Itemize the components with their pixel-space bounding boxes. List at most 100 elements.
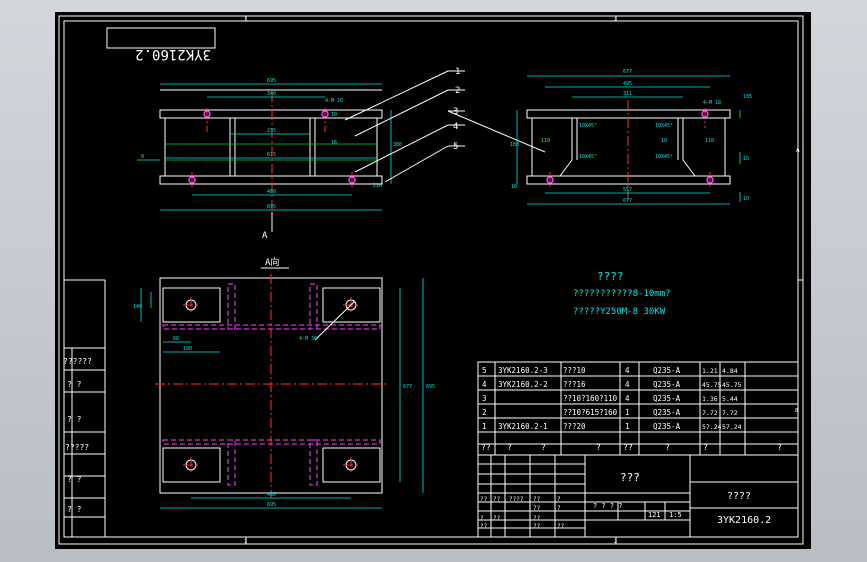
- title-small-cell: ?: [480, 515, 484, 522]
- zone-top-1: 1: [244, 17, 247, 23]
- bom-cell-w1: 1.36: [702, 395, 718, 403]
- bom-cell-qty: 4: [625, 366, 630, 375]
- svg-text:16: 16: [743, 156, 749, 162]
- notes-line-2: ?????Y250M-8 30KW: [573, 307, 666, 317]
- bom-cell-name: ???10: [563, 366, 586, 375]
- balloon-3: 3: [453, 107, 458, 117]
- balloon-2: 2: [455, 86, 460, 96]
- title-small-cell: ??: [533, 505, 541, 512]
- balloon-4: 4: [453, 122, 458, 132]
- svg-text:??: ??: [481, 443, 491, 452]
- svg-text:4-M 18: 4-M 18: [703, 100, 721, 106]
- bom-cell-no: 3: [482, 394, 487, 403]
- bom-cell-qty: 1: [625, 422, 630, 431]
- zone-right-a: A: [796, 147, 800, 154]
- svg-text:4-M 20: 4-M 20: [325, 98, 343, 104]
- svg-text:? ?: ? ?: [67, 475, 82, 484]
- zone-bottom-2: 2: [614, 539, 617, 545]
- zone-bottom-1: 1: [244, 539, 247, 545]
- bom-cell-mat: Q235-A: [653, 408, 681, 417]
- svg-text:695: 695: [267, 78, 276, 84]
- bom-cell-mat: Q235-A: [653, 422, 681, 431]
- svg-text:480: 480: [267, 492, 276, 498]
- svg-text:380: 380: [393, 142, 402, 148]
- title-company: ????: [727, 491, 751, 502]
- title-block: ??? ???? 3YK2160.2 ? ? ? ? 121 1:5: [477, 454, 799, 538]
- svg-text:??: ??: [623, 443, 633, 452]
- svg-text:340: 340: [267, 91, 276, 97]
- svg-text:? ?: ? ?: [67, 415, 82, 424]
- svg-text:140: 140: [133, 304, 142, 310]
- svg-text:110: 110: [705, 138, 714, 144]
- mirrored-drawing-number: 3YK2160.2: [135, 46, 211, 62]
- svg-text:100: 100: [183, 346, 192, 352]
- svg-text:557: 557: [623, 187, 632, 193]
- bom-cell-mat: Q235-A: [653, 380, 681, 389]
- bom-cell-w1: 1.21: [702, 367, 718, 375]
- bom-cell-name: ??10?160?110: [563, 394, 618, 403]
- bom-cell-w2: 7.72: [722, 409, 738, 417]
- notes-heading: ????: [597, 270, 624, 283]
- balloon-1: 1: [455, 67, 460, 77]
- title-small-cell: ??: [493, 515, 501, 522]
- bom-cell-w1: 7.72: [702, 409, 718, 417]
- svg-text:8: 8: [141, 154, 144, 160]
- bom-cell-no: 4: [482, 380, 487, 389]
- svg-text:495: 495: [623, 81, 632, 87]
- svg-text:?: ?: [703, 443, 708, 452]
- zone-top-2: 2: [614, 17, 617, 23]
- bom-cell-qty: 4: [625, 380, 630, 389]
- front-view: 695 340 235 615 480 695 380 8 4-M 20 10 …: [137, 78, 402, 241]
- view-a-title: A向: [265, 256, 279, 268]
- bom-row: 4 3YK2160.2-2 ???16 4 Q235-A 45.75 45.75: [482, 380, 742, 389]
- bom-cell-w1: 57.24: [702, 423, 722, 431]
- svg-text:695: 695: [267, 204, 276, 210]
- title-small-cell: ??: [557, 523, 565, 530]
- bom-cell-w2: 4.84: [722, 367, 738, 375]
- title-drawing-no: 3YK2160.2: [717, 515, 771, 526]
- svg-text:16: 16: [331, 140, 337, 146]
- bom-cell-w2: 45.75: [722, 381, 742, 389]
- bom-cell-no: 1: [482, 422, 487, 431]
- title-small-cell: ??: [533, 496, 541, 503]
- bom-cell-code: 3YK2160.2-1: [498, 422, 548, 431]
- bom-row: 3 ??10?160?110 4 Q235-A 1.36 5.44: [482, 394, 738, 403]
- bom-cell-code: 3YK2160.2-3: [498, 366, 548, 375]
- title-small-cell: ??: [533, 523, 541, 530]
- bom-table: [477, 361, 799, 456]
- svg-text:185: 185: [743, 94, 752, 100]
- cad-viewport[interactable]: 1 2 A 8 1 2 3YK2160.2 695 340 2 3 5 615 48…: [0, 0, 867, 562]
- svg-text:10: 10: [511, 184, 517, 190]
- bom-cell-mat: Q235-A: [653, 366, 681, 375]
- svg-text:677: 677: [623, 69, 632, 75]
- svg-text:?: ?: [596, 443, 601, 452]
- svg-text:10: 10: [743, 196, 749, 202]
- title-scale: 1:5: [669, 511, 682, 519]
- mirrored-number-box: [106, 27, 216, 49]
- bom-row: 2 ??10?615?160 1 Q235-A 7.72 7.72: [482, 408, 738, 417]
- title-block-small-cells: ?????????????????????????: [480, 496, 565, 530]
- svg-text:311: 311: [623, 91, 632, 97]
- svg-text:480: 480: [267, 189, 276, 195]
- svg-text:68: 68: [173, 336, 179, 342]
- svg-text:677: 677: [623, 198, 632, 204]
- bom-row: 5 3YK2160.2-3 ???10 4 Q235-A 1.21 4.84: [482, 366, 738, 375]
- title-small-cell: ??: [480, 523, 488, 530]
- drawing-sheet[interactable]: 1 2 A 8 1 2 3YK2160.2 695 340 2 3 5 615 48…: [55, 12, 811, 549]
- bom-cell-no: 2: [482, 408, 487, 417]
- title-small-cell: ????: [509, 496, 524, 503]
- title-stage: ? ? ? ?: [593, 502, 623, 510]
- bom-cell-code: 3YK2160.2-2: [498, 380, 548, 389]
- title-small-cell: ??: [533, 515, 541, 522]
- svg-text:110: 110: [541, 138, 550, 144]
- title-part-name: ???: [620, 471, 640, 484]
- bom-cell-no: 5: [482, 366, 487, 375]
- svg-text:216: 216: [373, 183, 382, 189]
- svg-text:695: 695: [267, 502, 276, 508]
- svg-text:? ?: ? ?: [67, 380, 82, 389]
- left-strip: ?????? ? ? ? ? ????? ? ? ? ?: [63, 347, 105, 537]
- title-small-cell: ?: [557, 496, 561, 503]
- svg-text:615: 615: [267, 152, 276, 158]
- svg-text:695: 695: [426, 384, 435, 390]
- title-small-cell: ??: [493, 496, 501, 503]
